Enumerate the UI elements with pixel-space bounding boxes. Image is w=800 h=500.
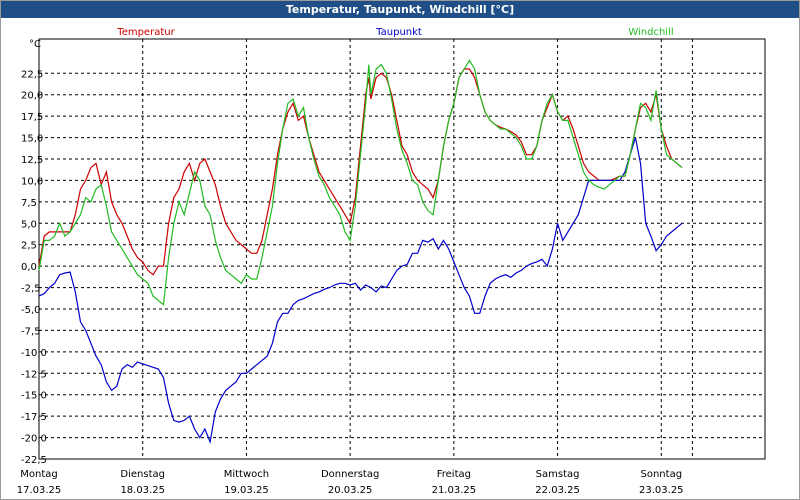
x-tick-day: Montag bbox=[20, 469, 57, 480]
x-tick-date: 20.03.25 bbox=[328, 485, 373, 496]
x-tick-date: 18.03.25 bbox=[120, 485, 165, 496]
x-tick-day: Sonntag bbox=[641, 469, 683, 480]
y-tick-label: -5,0 bbox=[21, 305, 41, 316]
legend-entry-temperatur: Temperatur bbox=[116, 27, 175, 38]
y-tick-label: 22,5 bbox=[21, 69, 43, 80]
y-tick-label: 17,5 bbox=[21, 112, 43, 123]
legend-entry-taupunkt: Taupunkt bbox=[375, 27, 422, 38]
y-tick-label: 15,0 bbox=[21, 134, 43, 145]
y-tick-label: -10,0 bbox=[21, 348, 47, 359]
y-tick-label: -15,0 bbox=[21, 391, 47, 402]
y-tick-label: 0,0 bbox=[21, 262, 37, 273]
y-tick-label: 20,0 bbox=[21, 91, 43, 102]
x-tick-day: Mittwoch bbox=[224, 469, 269, 480]
x-tick-day: Samstag bbox=[536, 469, 580, 480]
x-tick-date: 22.03.25 bbox=[535, 485, 580, 496]
y-tick-label: 2,5 bbox=[21, 241, 37, 252]
chart-window: Temperatur, Taupunkt, Windchill [°C] 22,… bbox=[0, 0, 800, 500]
x-tick-day: Donnerstag bbox=[321, 469, 379, 480]
x-tick-date: 17.03.25 bbox=[17, 485, 62, 496]
y-tick-label: -2,5 bbox=[21, 284, 41, 295]
y-tick-label: 12,5 bbox=[21, 155, 43, 166]
y-tick-label: -17,5 bbox=[21, 412, 47, 423]
x-tick-day: Freitag bbox=[437, 469, 471, 480]
y-tick-label: -12,5 bbox=[21, 369, 47, 380]
x-tick-date: 23.03.25 bbox=[639, 485, 684, 496]
x-tick-date: 19.03.25 bbox=[224, 485, 269, 496]
x-tick-day: Dienstag bbox=[120, 469, 165, 480]
x-ticks: Montag 17.03.25 Dienstag 18.03.25 Mittwoch 19… bbox=[17, 469, 684, 496]
y-tick-label: -7,5 bbox=[21, 326, 41, 337]
y-tick-label: -22,5 bbox=[21, 455, 47, 466]
y-tick-label: -20,0 bbox=[21, 434, 47, 445]
y-tick-label: 7,5 bbox=[21, 198, 37, 209]
legend-entry-windchill: Windchill bbox=[628, 27, 673, 38]
y-tick-label: 5,0 bbox=[21, 219, 37, 230]
legend: Temperatur Taupunkt Windchill bbox=[116, 27, 673, 38]
x-tick-date: 21.03.25 bbox=[432, 485, 477, 496]
chart-svg: 22,5 20,0 17,5 15,0 12,5 10,0 7,5 5,0 2,5 0,0 -2,5… bbox=[17, 27, 766, 496]
y-tick-label: 10,0 bbox=[21, 176, 43, 187]
y-axis-unit: °C bbox=[29, 39, 41, 50]
